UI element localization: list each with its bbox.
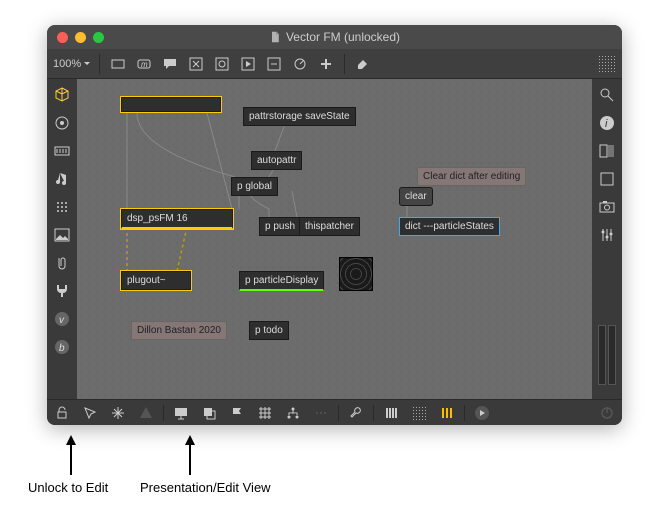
letter-b-icon[interactable]: b xyxy=(52,337,72,357)
ptodo-label: p todo xyxy=(255,325,283,336)
svg-text:b: b xyxy=(59,343,65,354)
camera-icon[interactable] xyxy=(597,197,617,217)
inspector-icon[interactable] xyxy=(597,141,617,161)
ptodo-object[interactable]: p todo xyxy=(249,321,289,340)
dict-object[interactable]: dict ---particleStates xyxy=(399,217,500,236)
cube-icon[interactable] xyxy=(52,85,72,105)
layers-icon[interactable] xyxy=(200,404,218,422)
thispatcher-label: thispatcher xyxy=(305,221,354,232)
bars-on-icon[interactable] xyxy=(438,404,456,422)
clear-label: clear xyxy=(405,191,427,202)
level-meter-right xyxy=(608,325,616,385)
zoom-dropdown[interactable]: 100% xyxy=(53,58,91,70)
annotation-presview-label: Presentation/Edit View xyxy=(140,480,271,495)
right-sidebar: i xyxy=(592,79,622,399)
ellipsis-icon[interactable] xyxy=(312,404,330,422)
window-title: Vector FM (unlocked) xyxy=(286,30,400,44)
particle-display-object[interactable]: p particleDisplay xyxy=(239,271,324,291)
bang-tool-icon[interactable] xyxy=(186,55,206,73)
comment-tool-icon[interactable] xyxy=(160,55,180,73)
annotation-unlock-label: Unlock to Edit xyxy=(28,480,108,495)
plug-icon[interactable] xyxy=(52,281,72,301)
close-button[interactable] xyxy=(57,32,68,43)
keyboard-icon[interactable] xyxy=(52,141,72,161)
power-icon[interactable] xyxy=(598,404,616,422)
snowflake-icon[interactable] xyxy=(109,404,127,422)
info-icon[interactable]: i xyxy=(597,113,617,133)
letter-v-icon[interactable]: v xyxy=(52,309,72,329)
autopattr-object[interactable]: autopattr xyxy=(251,151,302,170)
note-icon[interactable] xyxy=(52,169,72,189)
arrow-presview xyxy=(182,435,198,482)
presentation-icon[interactable] xyxy=(172,404,190,422)
image-icon[interactable] xyxy=(52,225,72,245)
particle-display-label: p particleDisplay xyxy=(245,275,318,286)
wrench-icon[interactable] xyxy=(347,404,365,422)
app-window: Vector FM (unlocked) 100% m xyxy=(47,25,622,425)
dict-label: dict ---particleStates xyxy=(405,221,494,232)
plugout-object[interactable]: plugout~ xyxy=(121,271,191,290)
cleardict-comment-label: Clear dict after editing xyxy=(423,171,520,182)
arrow-unlock xyxy=(63,435,79,480)
pglobal-object[interactable]: p global xyxy=(231,177,278,196)
bottom-toolbar xyxy=(47,399,622,425)
dsp-label: dsp_psFM 16 xyxy=(127,213,188,224)
grid-icon[interactable] xyxy=(256,404,274,422)
credit-label: Dillon Bastan 2020 xyxy=(137,325,221,336)
pattrstorage-object[interactable]: pattrstorage saveState xyxy=(243,107,356,126)
clip-icon[interactable] xyxy=(52,253,72,273)
level-meter-left xyxy=(598,325,606,385)
select-icon[interactable] xyxy=(81,404,99,422)
clue-icon[interactable] xyxy=(597,169,617,189)
matrix-icon[interactable] xyxy=(52,197,72,217)
minimize-button[interactable] xyxy=(75,32,86,43)
dsp-object[interactable]: dsp_psFM 16 xyxy=(121,209,233,229)
credit-comment: Dillon Bastan 2020 xyxy=(131,321,227,340)
flag-icon[interactable] xyxy=(228,404,246,422)
paint-tool-icon[interactable] xyxy=(353,55,373,73)
plugout-label: plugout~ xyxy=(127,275,166,286)
number-tool-icon[interactable] xyxy=(264,55,284,73)
toggle-tool-icon[interactable] xyxy=(212,55,232,73)
patcher-canvas[interactable]: pattrstorage saveState autopattr p globa… xyxy=(77,79,592,399)
waveform-icon[interactable] xyxy=(598,55,616,73)
object-box-empty[interactable] xyxy=(121,97,221,112)
warning-icon[interactable] xyxy=(137,404,155,422)
dotted-grid-icon[interactable] xyxy=(410,404,428,422)
pglobal-label: p global xyxy=(237,181,272,192)
clear-message[interactable]: clear xyxy=(399,187,433,206)
left-sidebar: v b xyxy=(47,79,77,399)
zoom-value: 100% xyxy=(53,58,81,70)
hierarchy-icon[interactable] xyxy=(284,404,302,422)
autopattr-label: autopattr xyxy=(257,155,296,166)
scope-display[interactable] xyxy=(339,257,373,291)
slider-tool-icon[interactable] xyxy=(290,55,310,73)
ppush-label: p push xyxy=(265,221,295,232)
target-icon[interactable] xyxy=(52,113,72,133)
play-icon[interactable] xyxy=(473,404,491,422)
doc-icon xyxy=(269,31,281,43)
titlebar: Vector FM (unlocked) xyxy=(47,25,622,49)
object-tool-icon[interactable] xyxy=(108,55,128,73)
cleardict-comment[interactable]: Clear dict after editing xyxy=(417,167,526,186)
svg-text:m: m xyxy=(141,60,148,69)
button-tool-icon[interactable] xyxy=(238,55,258,73)
lock-icon[interactable] xyxy=(53,404,71,422)
ppush-object[interactable]: p push xyxy=(259,217,301,236)
maximize-button[interactable] xyxy=(93,32,104,43)
message-tool-icon[interactable]: m xyxy=(134,55,154,73)
add-tool-icon[interactable] xyxy=(316,55,336,73)
piano-icon[interactable] xyxy=(382,404,400,422)
thispatcher-object[interactable]: thispatcher xyxy=(299,217,360,236)
mixer-icon[interactable] xyxy=(597,225,617,245)
top-toolbar: 100% m xyxy=(47,49,622,79)
search-icon[interactable] xyxy=(597,85,617,105)
pattrstorage-label: pattrstorage saveState xyxy=(249,111,350,122)
